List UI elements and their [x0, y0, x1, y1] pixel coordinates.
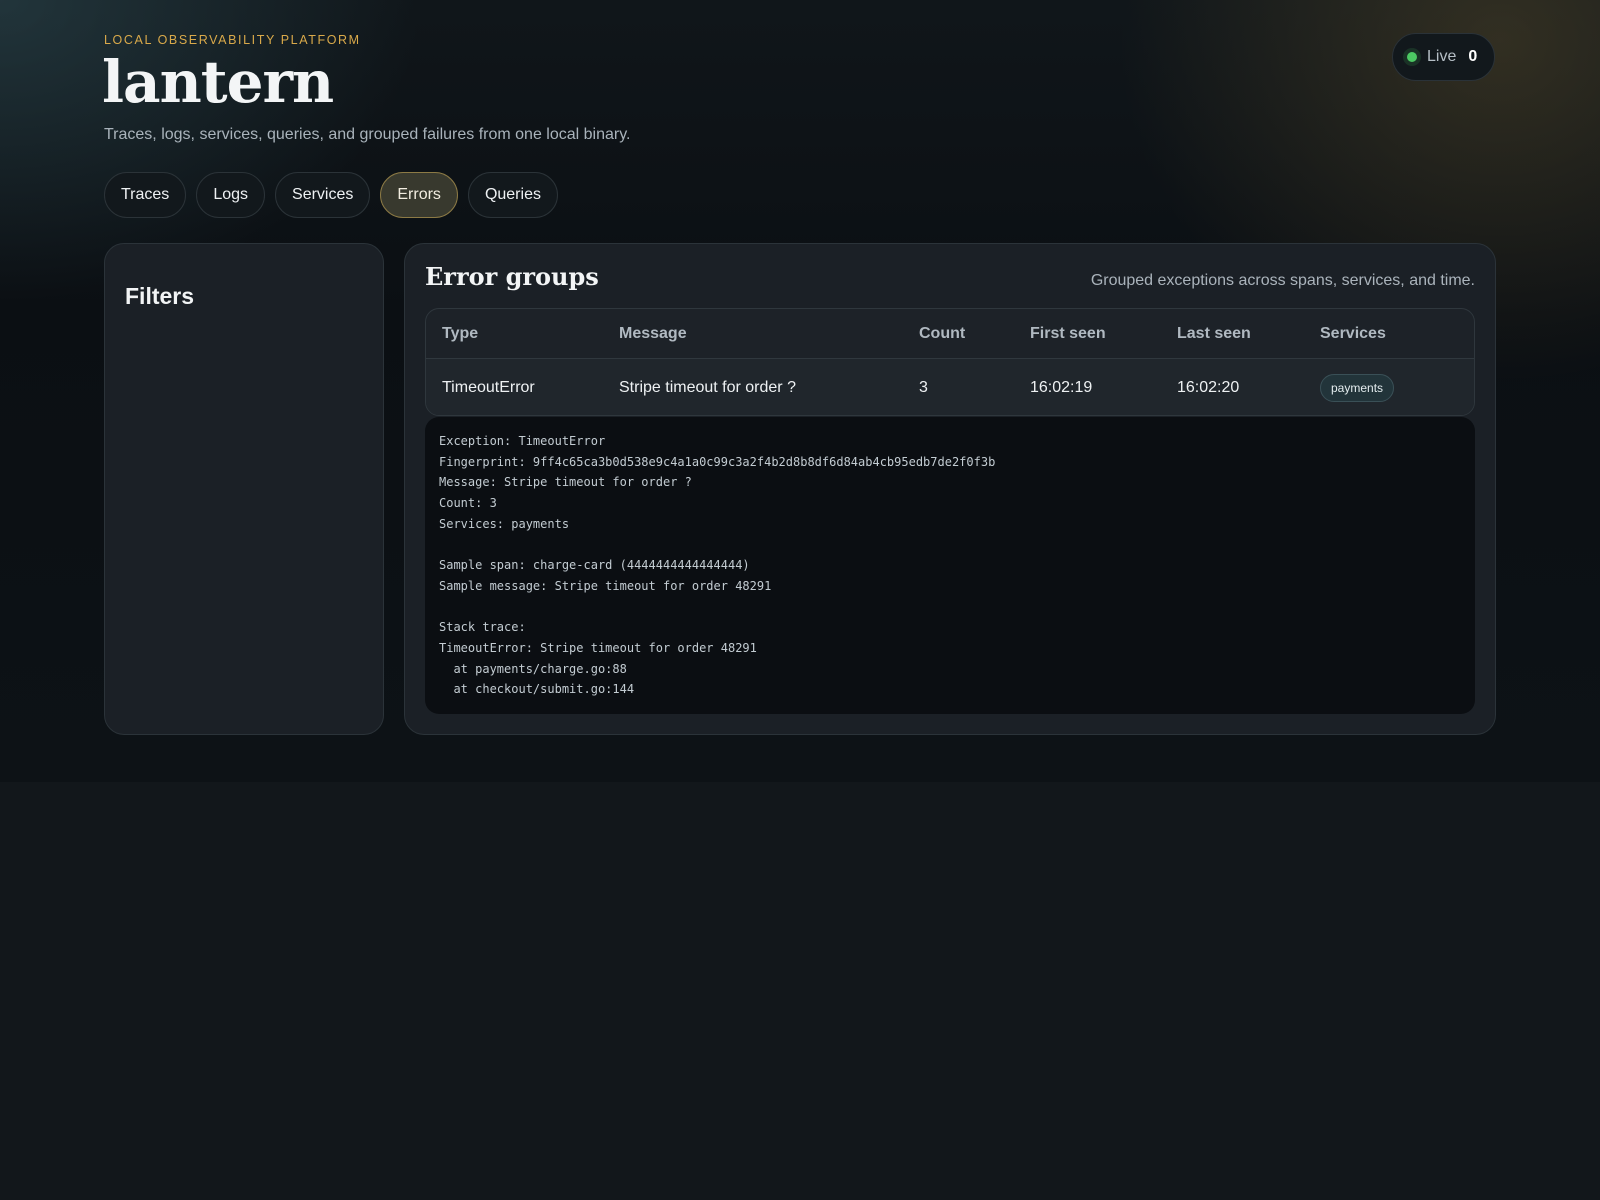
- error-detail-block: Exception: TimeoutError Fingerprint: 9ff4…: [425, 417, 1475, 714]
- cell-count: 3: [903, 358, 1014, 415]
- detail-line: Sample span: charge-card (44444444444444…: [439, 558, 750, 573]
- live-label: Live: [1427, 48, 1457, 65]
- detail-line: Message: Stripe timeout for order ?: [439, 475, 692, 490]
- detail-line: Sample message: Stripe timeout for order…: [439, 578, 772, 593]
- column-header-type[interactable]: Type: [426, 309, 603, 359]
- service-badge[interactable]: payments: [1320, 373, 1395, 402]
- column-header-last-seen[interactable]: Last seen: [1161, 309, 1304, 359]
- live-indicator[interactable]: Live 0: [1392, 33, 1495, 81]
- table-header-row: Type Message Count First seen Last seen …: [426, 309, 1474, 359]
- cell-message: Stripe timeout for order ?: [603, 358, 903, 415]
- detail-line: [439, 597, 1461, 618]
- detail-line: Count: 3: [439, 496, 497, 511]
- detail-line: Fingerprint: 9ff4c65ca3b0d538e9c4a1a0c99…: [439, 454, 996, 469]
- column-header-count[interactable]: Count: [903, 309, 1014, 359]
- detail-line: Services: payments: [439, 516, 570, 531]
- error-groups-panel: Error groups Grouped exceptions across s…: [404, 243, 1496, 735]
- live-count: 0: [1468, 48, 1478, 65]
- error-groups-subtitle: Grouped exceptions across spans, service…: [1090, 272, 1475, 289]
- tab-services[interactable]: Services: [275, 172, 371, 218]
- cell-type: TimeoutError: [426, 358, 603, 415]
- filters-panel: Filters: [104, 243, 384, 735]
- table-row[interactable]: TimeoutError Stripe timeout for order ? …: [426, 358, 1474, 415]
- error-groups-title: Error groups: [425, 262, 599, 291]
- detail-line: Stack trace:: [439, 620, 526, 635]
- column-header-services[interactable]: Services: [1304, 309, 1474, 359]
- main-tabs: Traces Logs Services Errors Queries: [104, 172, 558, 218]
- detail-line: at payments/charge.go:88: [439, 661, 627, 676]
- cell-last-seen: 16:02:20: [1161, 358, 1304, 415]
- filters-title: Filters: [125, 283, 195, 309]
- tab-traces[interactable]: Traces: [104, 172, 187, 218]
- tab-queries[interactable]: Queries: [467, 172, 558, 218]
- page-background-lower: [0, 782, 1600, 1200]
- detail-line: at checkout/submit.go:144: [439, 682, 635, 697]
- tagline: Traces, logs, services, queries, and gro…: [104, 126, 631, 143]
- column-header-message[interactable]: Message: [603, 309, 903, 359]
- brand-title: lantern: [102, 48, 334, 116]
- detail-line: Exception: TimeoutError: [439, 434, 606, 448]
- column-header-first-seen[interactable]: First seen: [1014, 309, 1161, 359]
- error-groups-table: Type Message Count First seen Last seen …: [425, 308, 1475, 416]
- detail-line: [439, 534, 1461, 555]
- tab-logs[interactable]: Logs: [196, 172, 266, 218]
- cell-first-seen: 16:02:19: [1014, 358, 1161, 415]
- app-page: LOCAL OBSERVABILITY PLATFORM lantern Tra…: [0, 0, 1600, 782]
- cell-services: payments: [1304, 358, 1474, 415]
- platform-eyebrow: LOCAL OBSERVABILITY PLATFORM: [104, 33, 361, 47]
- tab-errors[interactable]: Errors: [380, 172, 458, 218]
- detail-line: TimeoutError: Stripe timeout for order 4…: [439, 640, 757, 655]
- live-status-dot-icon: [1407, 52, 1417, 62]
